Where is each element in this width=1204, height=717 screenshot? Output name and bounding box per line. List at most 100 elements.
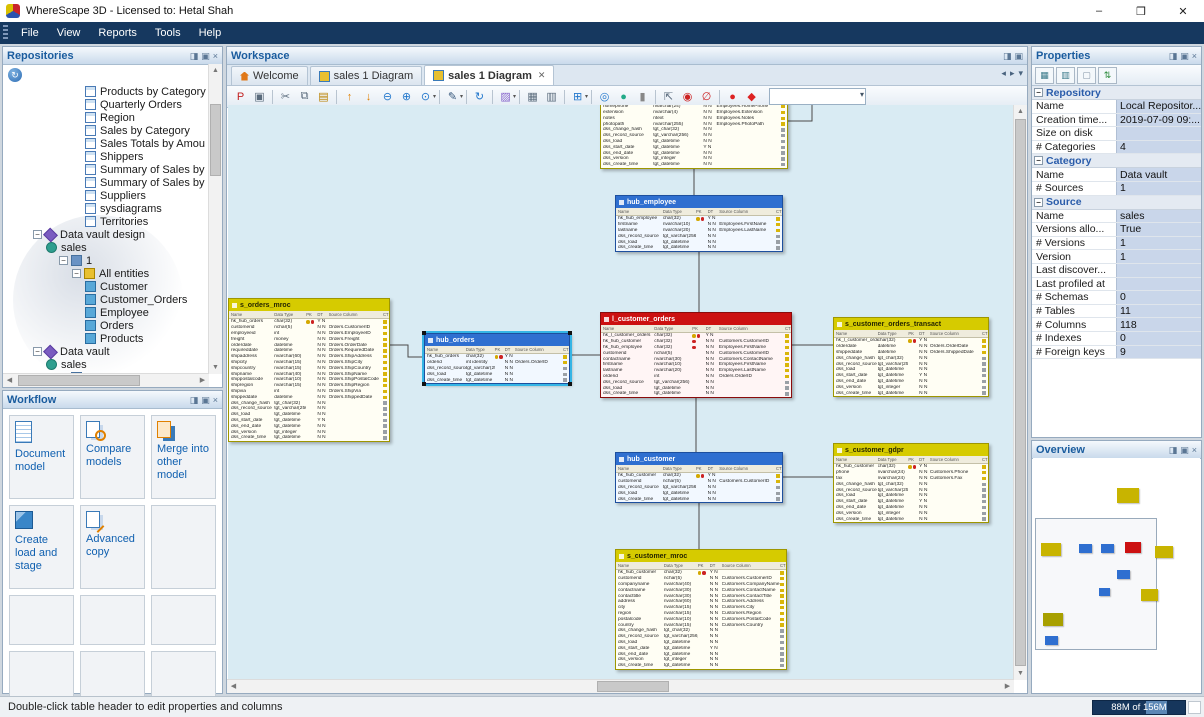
tree-item-summary-of-sales-by[interactable]: Summary of Sales by	[3, 176, 222, 189]
blank-view-button[interactable]: ▢	[1077, 66, 1096, 84]
pin-icon[interactable]: ▣	[201, 394, 210, 406]
properties-section-category[interactable]: − Category	[1032, 154, 1201, 169]
close-icon[interactable]: ×	[1192, 444, 1197, 456]
tree-item-sysdiagrams[interactable]: sysdiagrams	[3, 202, 222, 215]
workflow-card-merge[interactable]: Merge into other model	[151, 415, 216, 499]
tree-item-region[interactable]: Region	[3, 111, 222, 124]
clear-highlight-button[interactable]: ∅	[698, 88, 715, 105]
tab-sales-1-diagram[interactable]: sales 1 Diagram ✕	[424, 65, 555, 85]
fit-to-window-button[interactable]: ⇱	[660, 88, 677, 105]
close-tab-icon[interactable]: ✕	[538, 70, 546, 81]
color-dropdown[interactable]: ▨	[497, 88, 514, 105]
paste-button[interactable]: ▤	[315, 88, 332, 105]
tree-item-data-vault-design[interactable]: − Data vault design	[3, 227, 222, 242]
close-icon[interactable]: ×	[213, 394, 218, 406]
relationship-line[interactable]	[390, 344, 424, 358]
expander-icon[interactable]: −	[72, 269, 81, 278]
float-icon[interactable]: ◨	[190, 394, 199, 406]
entity-hub_customer[interactable]: hub_customer Name Data Type PK DT Source Colu…	[615, 452, 783, 503]
pin-button[interactable]: ◆	[743, 88, 760, 105]
entity-header[interactable]: s_customer_gdpr	[834, 444, 988, 456]
overview-minimap[interactable]	[1033, 458, 1200, 692]
lock-button[interactable]: ▮	[634, 88, 651, 105]
sort-button[interactable]: ⇅	[1098, 66, 1117, 84]
property-value[interactable]: Data vault	[1116, 168, 1201, 181]
entity-header[interactable]: s_customer_mroc	[616, 550, 786, 562]
entity-s_customer_gdpr[interactable]: s_customer_gdpr Name Data Type PK DT Source C…	[833, 443, 989, 523]
float-icon[interactable]: ◨	[1003, 50, 1012, 62]
line-style-dropdown[interactable]: ✎	[444, 88, 461, 105]
tree-item-products-by-category[interactable]: Products by Category	[3, 85, 222, 98]
selection-handle[interactable]	[568, 381, 572, 386]
workflow-card-copy[interactable]: Advanced copy	[80, 505, 145, 589]
maximize-button[interactable]: ❒	[1120, 0, 1162, 22]
layout-dropdown-arrow[interactable]: ▾	[585, 93, 588, 100]
relationship-line[interactable]	[788, 105, 813, 122]
tree-horizontal-scrollbar[interactable]: ◀ ▶	[3, 373, 209, 387]
tab-list-dropdown-icon[interactable]: ▾	[1018, 68, 1023, 79]
collapse-icon[interactable]: −	[1034, 88, 1043, 97]
entity-header[interactable]: s_customer_orders_transact	[834, 318, 988, 330]
menu-help[interactable]: Help	[190, 22, 231, 44]
workflow-card-document[interactable]: Document model	[9, 415, 74, 499]
close-icon[interactable]: ×	[1192, 50, 1197, 62]
tree-item-sales-by-category[interactable]: Sales by Category	[3, 124, 222, 137]
zoom-in-button[interactable]: ⊕	[398, 88, 415, 105]
property-value[interactable]: 1	[1116, 236, 1201, 250]
property-value[interactable]: sales	[1116, 209, 1201, 223]
pin-icon[interactable]: ▣	[201, 50, 210, 62]
canvas-horizontal-scrollbar[interactable]: ◀ ▶	[227, 679, 1014, 693]
close-icon[interactable]: ×	[213, 50, 218, 62]
tree-item-data-vault[interactable]: − Data vault	[3, 344, 222, 359]
tab-welcome[interactable]: Welcome	[231, 66, 308, 85]
print-button[interactable]: ▣	[251, 88, 268, 105]
refresh-button[interactable]: ↻	[471, 88, 488, 105]
expander-icon[interactable]: −	[33, 347, 42, 356]
pin-icon[interactable]: ▣	[1180, 50, 1189, 62]
properties-section-source[interactable]: − Source	[1032, 195, 1201, 210]
entity-header[interactable]: l_customer_orders	[601, 313, 791, 325]
entity-l_customer_orders[interactable]: l_customer_orders Name Data Type PK DT Source…	[600, 312, 792, 398]
tab-scroll-right-icon[interactable]: ▸	[1010, 68, 1015, 79]
record-button[interactable]: ●	[724, 88, 741, 105]
workflow-card-load[interactable]: Create load and stage	[9, 505, 74, 589]
entity-s_orders_mroc[interactable]: s_orders_mroc Name Data Type PK DT Source Col…	[228, 298, 390, 442]
resize-grip[interactable]	[1188, 701, 1201, 714]
grid-view-button[interactable]: ▦	[1035, 66, 1054, 84]
tree-item-territories[interactable]: Territories	[3, 215, 222, 228]
tree-item-shippers[interactable]: Shippers	[3, 150, 222, 163]
property-value[interactable]: Local Repositor...	[1116, 100, 1201, 113]
menu-tools[interactable]: Tools	[146, 22, 190, 44]
close-button[interactable]: ✕	[1162, 0, 1204, 22]
tree-vertical-scrollbar[interactable]: ▲ ▼	[208, 64, 222, 374]
tree-item-sales[interactable]: sales	[3, 358, 222, 371]
property-value[interactable]: 4	[1116, 140, 1201, 154]
refresh-repositories-button[interactable]: ↻	[8, 68, 22, 82]
entity-s_customer_mroc[interactable]: s_customer_mroc Name Data Type PK DT Source C…	[615, 549, 787, 670]
property-value[interactable]: 9	[1116, 345, 1201, 359]
canvas-vertical-scrollbar[interactable]: ▲ ▼	[1013, 105, 1027, 680]
collapse-icon[interactable]: −	[1034, 197, 1043, 207]
diagram-canvas[interactable]: s_employee_mrocNameData TypePKDTSource C…	[228, 105, 1014, 680]
tree-item-suppliers[interactable]: Suppliers	[3, 189, 222, 202]
float-icon[interactable]: ◨	[1169, 444, 1178, 456]
selection-handle[interactable]	[422, 331, 426, 335]
tree-item-products[interactable]: Products	[3, 332, 222, 345]
table-detail-button[interactable]: ▥	[543, 88, 560, 105]
zoom-level-dropdown[interactable]: ⊙	[417, 88, 434, 105]
zoom-region-button[interactable]: ◉	[679, 88, 696, 105]
tree-item-sales-totals-by-amou[interactable]: Sales Totals by Amou	[3, 137, 222, 150]
tree-item-customer[interactable]: Customer	[3, 280, 222, 293]
memory-gauge[interactable]: 88M of 156M	[1092, 700, 1186, 715]
float-icon[interactable]: ◨	[1169, 50, 1178, 62]
menu-grip-handle[interactable]	[3, 25, 8, 41]
tab-sales-1-diagram[interactable]: sales 1 Diagram	[309, 66, 423, 85]
move-up-button[interactable]: ↑	[341, 88, 358, 105]
pin-icon[interactable]: ▣	[1014, 50, 1023, 62]
layout-dropdown[interactable]: ⊞	[569, 88, 586, 105]
property-value[interactable]: True	[1116, 223, 1201, 236]
tree-item-customer-orders[interactable]: Customer_Orders	[3, 293, 222, 306]
property-value[interactable]: 1	[1116, 250, 1201, 263]
property-value[interactable]: 11	[1116, 304, 1201, 318]
group-button[interactable]: ◎	[596, 88, 613, 105]
